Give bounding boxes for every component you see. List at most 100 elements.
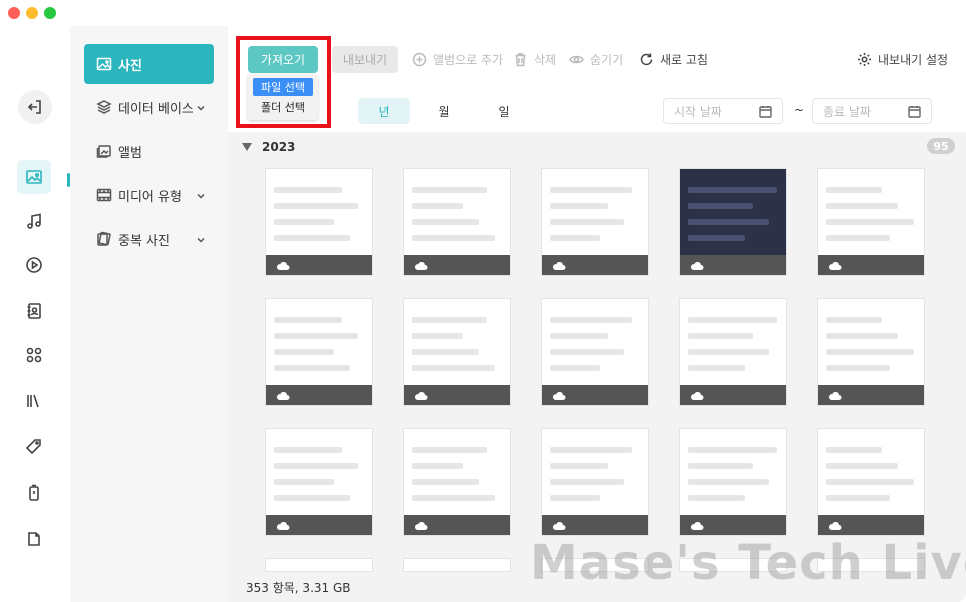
calendar-icon — [759, 105, 772, 118]
thumbnail-caption-strip — [818, 255, 924, 275]
thumbnail-content — [826, 219, 914, 225]
rail-books-button[interactable] — [17, 384, 51, 418]
photo-thumbnail[interactable] — [265, 428, 373, 536]
thumbnail-content — [688, 479, 769, 485]
thumbnail-content — [550, 479, 624, 485]
filter-month-tab[interactable]: 월 — [418, 98, 470, 124]
photo-thumbnail[interactable] — [403, 168, 511, 276]
thumbnail-content — [550, 235, 600, 241]
rail-contacts-button[interactable] — [17, 294, 51, 328]
add-to-album-label: 앨범으로 추가 — [433, 53, 504, 67]
app-window: 사진 데이터 베이스 앨범 미디어 유형 중복 사진 가져오기 내보내기 앨범으… — [0, 0, 966, 602]
thumbnail-content — [826, 235, 890, 241]
photo-thumbnail[interactable] — [541, 428, 649, 536]
thumbnail-content — [412, 187, 487, 193]
thumbnail-content — [412, 447, 487, 453]
photo-gallery: 2023 95 — [228, 132, 966, 572]
delete-button[interactable]: 삭제 — [513, 46, 556, 73]
section-header[interactable]: 2023 — [242, 140, 295, 154]
photo-thumbnail[interactable] — [541, 298, 649, 406]
layers-icon — [96, 100, 112, 114]
photo-thumbnail[interactable] — [265, 298, 373, 406]
photo-thumbnail[interactable] — [679, 298, 787, 406]
zoom-window-button[interactable] — [44, 7, 56, 19]
thumbnail-content — [826, 203, 898, 209]
image-icon — [26, 170, 42, 184]
rail-video-button[interactable] — [17, 248, 51, 282]
rail-ringtone-button[interactable] — [17, 430, 51, 464]
thumbnail-content — [550, 447, 632, 453]
rail-photos-button[interactable] — [17, 160, 51, 194]
end-date-field[interactable]: 종료 날짜 — [812, 98, 932, 124]
cloud-icon — [828, 262, 842, 270]
rail-files-button[interactable] — [17, 522, 51, 556]
add-to-album-button[interactable]: 앨범으로 추가 — [412, 46, 503, 73]
export-button[interactable]: 내보내기 — [332, 46, 398, 73]
back-button[interactable] — [18, 90, 52, 124]
sidebar-item-album[interactable]: 앨범 — [84, 131, 214, 171]
photo-thumbnail[interactable] — [265, 168, 373, 276]
filter-year-tab[interactable]: 년 — [358, 98, 410, 124]
thumbnail-content — [412, 317, 487, 323]
sidebar-item-label: 데이터 베이스 — [118, 101, 194, 117]
photo-thumbnail[interactable] — [679, 428, 787, 536]
watermark-text: Mase's Tech Live — [530, 535, 966, 591]
rail-apps-button[interactable] — [17, 338, 51, 372]
refresh-label: 새로 고침 — [660, 53, 708, 67]
cloud-icon — [414, 262, 428, 270]
photo-thumbnail[interactable] — [541, 168, 649, 276]
thumbnail-caption-strip — [404, 515, 510, 535]
photo-thumbnail[interactable] — [403, 558, 511, 572]
thumbnail-content — [274, 479, 334, 485]
sidebar-item-database[interactable]: 데이터 베이스 — [84, 87, 214, 127]
photo-thumbnail[interactable] — [265, 558, 373, 572]
filter-day-tab[interactable]: 일 — [478, 98, 530, 124]
thumbnail-content — [550, 219, 624, 225]
export-settings-button[interactable]: 내보내기 설정 — [857, 46, 948, 73]
delete-label: 삭제 — [534, 53, 557, 67]
thumbnail-content — [550, 365, 600, 371]
photo-thumbnail[interactable] — [403, 298, 511, 406]
cloud-icon — [690, 392, 704, 400]
thumbnail-content — [826, 187, 882, 193]
thumbnail-caption-strip — [542, 515, 648, 535]
photo-thumbnail[interactable] — [817, 298, 925, 406]
thumbnail-caption-strip — [680, 255, 786, 275]
thumbnail-caption-strip — [266, 385, 372, 405]
toolbar: 가져오기 내보내기 앨범으로 추가 삭제 숨기기 새로 고침 내보내기 설정 — [228, 26, 966, 90]
thumbnail-content — [826, 333, 898, 339]
sidebar-item-media-type[interactable]: 미디어 유형 — [84, 175, 214, 215]
photo-thumbnail[interactable] — [679, 168, 787, 276]
photo-thumbnail[interactable] — [817, 168, 925, 276]
minimize-window-button[interactable] — [26, 7, 38, 19]
apps-grid-icon — [26, 347, 42, 363]
thumbnail-caption-strip — [818, 515, 924, 535]
thumbnail-content — [412, 495, 495, 501]
chevron-down-icon — [196, 102, 206, 112]
rail-device-button[interactable] — [17, 476, 51, 510]
thumbnail-content — [826, 317, 882, 323]
refresh-button[interactable]: 새로 고침 — [639, 46, 708, 73]
start-date-field[interactable]: 시작 날짜 — [663, 98, 783, 124]
export-settings-label: 내보내기 설정 — [878, 53, 949, 67]
close-window-button[interactable] — [8, 7, 20, 19]
thumbnail-content — [550, 463, 608, 469]
thumbnail-caption-strip — [404, 255, 510, 275]
title-bar — [0, 0, 966, 26]
gear-icon — [858, 53, 871, 66]
thumbnail-content — [688, 187, 777, 193]
thumbnail-content — [550, 495, 600, 501]
photo-thumbnail[interactable] — [817, 428, 925, 536]
contacts-icon — [27, 303, 41, 319]
refresh-icon — [640, 53, 653, 66]
sidebar-item-duplicates[interactable]: 중복 사진 — [84, 219, 214, 259]
cloud-icon — [414, 522, 428, 530]
sidebar-item-photos[interactable]: 사진 — [84, 44, 214, 84]
exit-icon — [27, 100, 41, 114]
hide-button[interactable]: 숨기기 — [569, 46, 623, 73]
photo-thumbnail[interactable] — [403, 428, 511, 536]
plus-circle-icon — [412, 52, 427, 67]
rail-music-button[interactable] — [17, 204, 51, 238]
thumbnail-content — [274, 463, 358, 469]
thumbnail-content — [274, 333, 358, 339]
